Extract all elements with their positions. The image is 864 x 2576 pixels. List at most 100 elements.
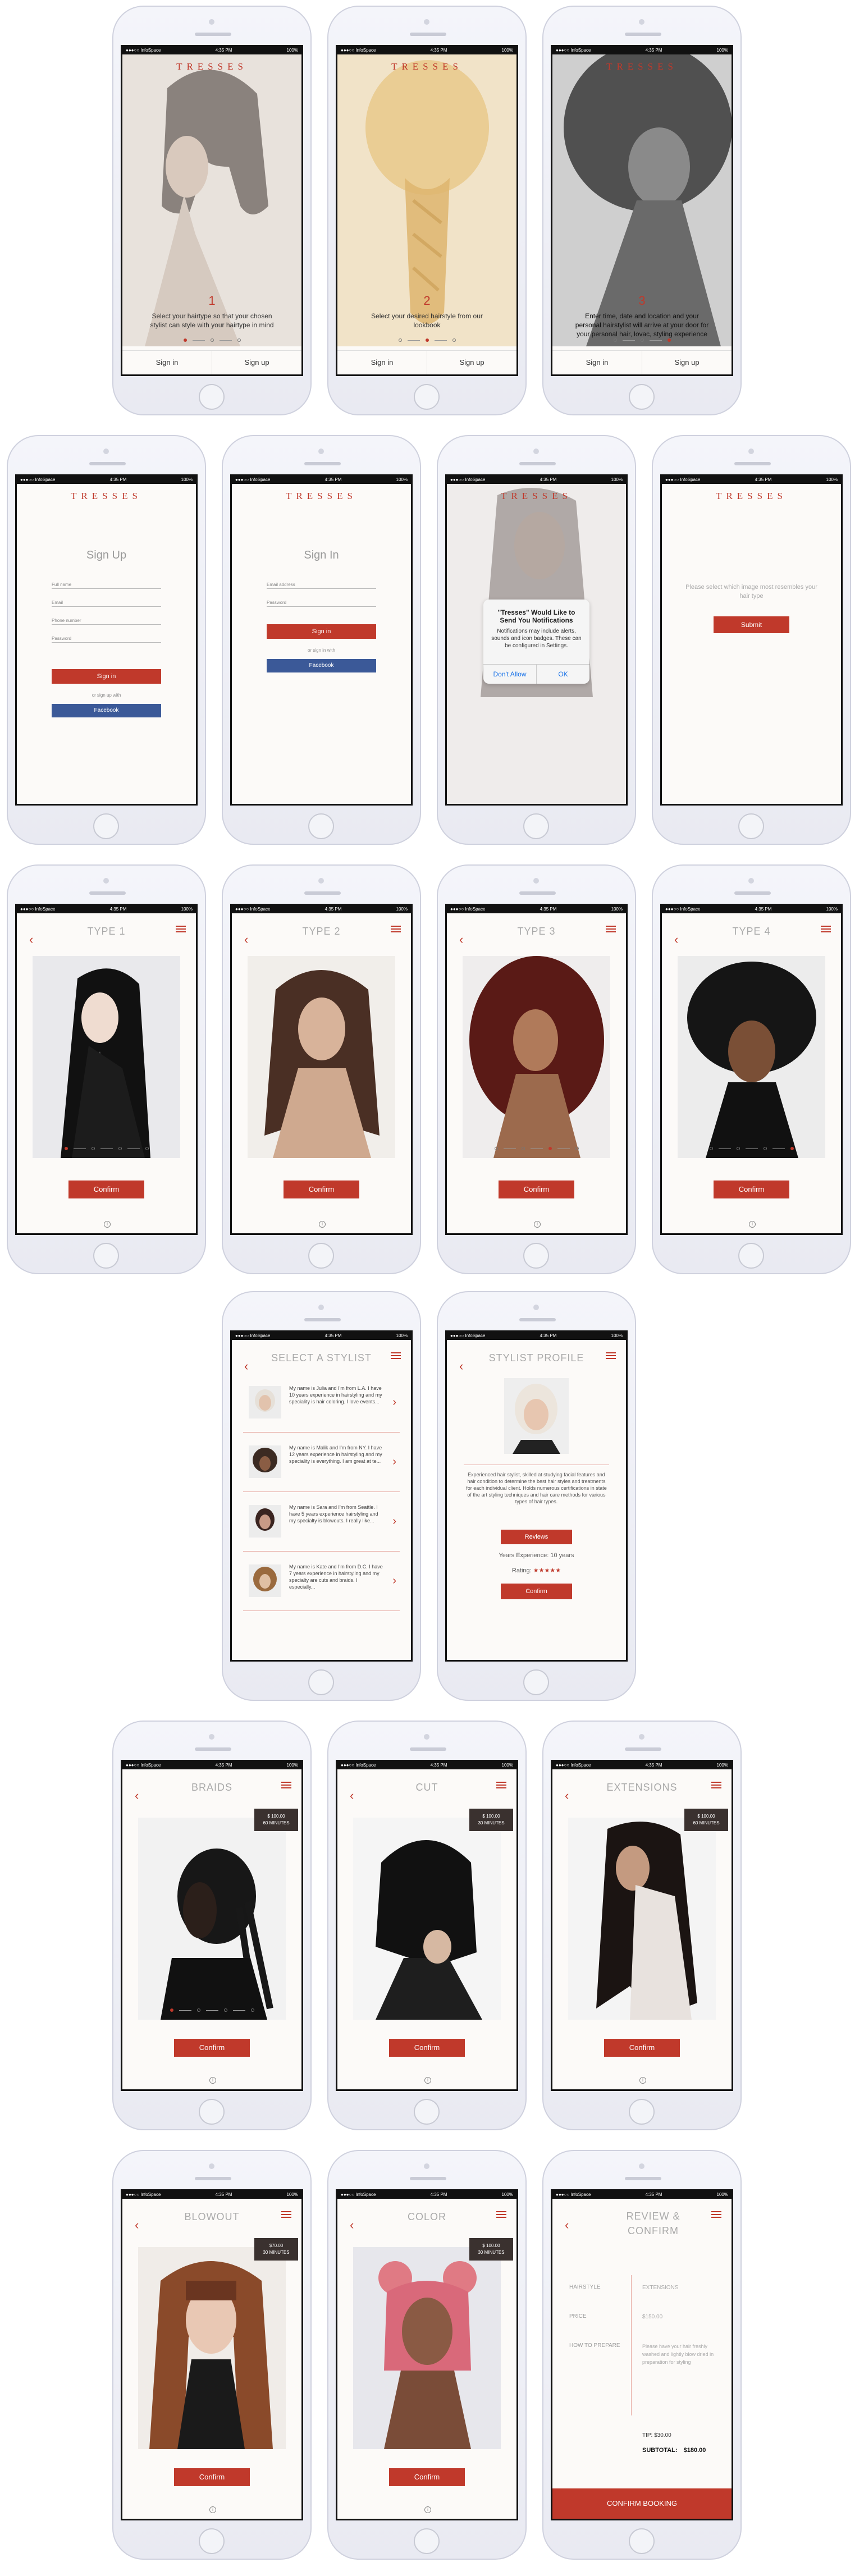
hair-type-photo[interactable] [248, 956, 395, 1158]
page-indicator[interactable] [552, 338, 732, 342]
home-button[interactable] [308, 1243, 334, 1269]
page-dot[interactable] [91, 1147, 95, 1150]
confirm-button[interactable]: Confirm [714, 1181, 789, 1198]
page-indicator[interactable] [122, 338, 301, 342]
sign-up-button[interactable]: Sign up [642, 351, 732, 374]
info-icon[interactable]: i [749, 1221, 756, 1228]
home-button[interactable] [414, 2099, 440, 2125]
menu-icon[interactable] [711, 2211, 721, 2218]
hairstyle-photo[interactable] [138, 1818, 286, 2020]
sign-in-button[interactable]: Sign in [52, 669, 161, 684]
home-button[interactable] [738, 813, 764, 839]
hairstyle-photo[interactable] [353, 1818, 501, 2020]
info-icon[interactable]: i [104, 1221, 111, 1228]
page-dot[interactable] [452, 338, 456, 342]
hairstyle-photo[interactable] [353, 2247, 501, 2449]
hair-type-photo[interactable] [33, 956, 180, 1158]
confirm-button[interactable]: Confirm [68, 1181, 144, 1198]
hair-type-photo[interactable] [463, 956, 610, 1158]
type-indicator[interactable] [447, 1147, 626, 1150]
info-icon[interactable]: i [639, 2077, 646, 2084]
confirm-booking-button[interactable]: CONFIRM BOOKING [552, 2488, 732, 2519]
page-dot[interactable] [667, 338, 671, 342]
page-dot[interactable] [613, 338, 617, 342]
home-button[interactable] [199, 2528, 225, 2554]
sign-in-button[interactable]: Sign in [122, 351, 212, 374]
info-icon[interactable]: i [424, 2506, 431, 2513]
sign-in-button[interactable]: Sign in [267, 624, 376, 639]
confirm-button[interactable]: Confirm [284, 1181, 359, 1198]
confirm-button[interactable]: Confirm [501, 1584, 572, 1599]
email-field[interactable]: Email address [267, 577, 376, 589]
page-dot[interactable] [210, 338, 214, 342]
sign-in-button[interactable]: Sign in [552, 351, 642, 374]
confirm-button[interactable]: Confirm [174, 2468, 250, 2486]
info-icon[interactable]: i [209, 2077, 216, 2084]
page-dot[interactable] [145, 1147, 149, 1150]
info-icon[interactable]: i [534, 1221, 541, 1228]
chevron-right-icon[interactable]: › [392, 1397, 396, 1408]
password-field[interactable]: Password [267, 595, 376, 607]
home-button[interactable] [308, 1669, 334, 1695]
home-button[interactable] [629, 2528, 655, 2554]
ok-button[interactable]: OK [537, 665, 589, 684]
home-button[interactable] [308, 813, 334, 839]
stylist-list-item[interactable]: My name is Kate and I'm from D.C. I have… [243, 1551, 400, 1611]
hairstyle-photo[interactable] [568, 1818, 716, 2020]
stylist-list-item[interactable]: My name is Julia and I'm from L.A. I hav… [243, 1372, 400, 1433]
page-indicator[interactable] [337, 338, 516, 342]
type-indicator[interactable] [17, 1147, 196, 1150]
full-name-field[interactable]: Full name [52, 577, 161, 589]
page-dot[interactable] [170, 2008, 173, 2012]
facebook-button[interactable]: Facebook [267, 659, 376, 672]
home-button[interactable] [93, 813, 119, 839]
page-dot[interactable] [64, 1147, 68, 1150]
home-button[interactable] [523, 1669, 549, 1695]
home-button[interactable] [629, 2099, 655, 2125]
phone-field[interactable]: Phone number [52, 613, 161, 625]
home-button[interactable] [523, 1243, 549, 1269]
page-dot[interactable] [763, 1147, 767, 1150]
type-indicator[interactable] [662, 1147, 841, 1150]
submit-button[interactable]: Submit [714, 616, 789, 633]
page-dot[interactable] [790, 1147, 794, 1150]
style-indicator[interactable] [122, 2008, 301, 2012]
stylist-list-item[interactable]: My name is Sara and I'm from Seattle. I … [243, 1491, 400, 1552]
home-button[interactable] [199, 384, 225, 410]
page-dot[interactable] [237, 338, 241, 342]
sign-up-button[interactable]: Sign up [427, 351, 516, 374]
page-dot[interactable] [223, 2008, 227, 2012]
password-field[interactable]: Password [52, 631, 161, 643]
page-dot[interactable] [250, 2008, 254, 2012]
confirm-button[interactable]: Confirm [174, 2039, 250, 2057]
chevron-right-icon[interactable]: › [392, 1456, 396, 1467]
stylist-list-item[interactable]: My name is Malik and I'm from NY. I have… [243, 1432, 400, 1492]
page-dot[interactable] [118, 1147, 122, 1150]
page-dot[interactable] [548, 1147, 552, 1150]
page-dot[interactable] [575, 1147, 579, 1150]
reviews-button[interactable]: Reviews [501, 1530, 572, 1544]
home-button[interactable] [414, 384, 440, 410]
sign-up-button[interactable]: Sign up [212, 351, 301, 374]
home-button[interactable] [93, 1243, 119, 1269]
page-dot[interactable] [521, 1147, 525, 1150]
page-dot[interactable] [183, 338, 187, 342]
home-button[interactable] [629, 384, 655, 410]
page-dot[interactable] [736, 1147, 740, 1150]
page-dot[interactable] [425, 338, 429, 342]
chevron-right-icon[interactable]: › [392, 1516, 396, 1527]
confirm-button[interactable]: Confirm [389, 2039, 465, 2057]
page-dot[interactable] [640, 338, 644, 342]
facebook-button[interactable]: Facebook [52, 704, 161, 717]
page-dot[interactable] [196, 2008, 200, 2012]
email-field[interactable]: Email [52, 595, 161, 607]
confirm-button[interactable]: Confirm [499, 1181, 574, 1198]
home-button[interactable] [199, 2099, 225, 2125]
confirm-button[interactable]: Confirm [604, 2039, 680, 2057]
sign-in-button[interactable]: Sign in [337, 351, 427, 374]
home-button[interactable] [523, 813, 549, 839]
page-dot[interactable] [494, 1147, 498, 1150]
home-button[interactable] [738, 1243, 764, 1269]
hairstyle-photo[interactable] [138, 2247, 286, 2449]
chevron-right-icon[interactable]: › [392, 1575, 396, 1586]
